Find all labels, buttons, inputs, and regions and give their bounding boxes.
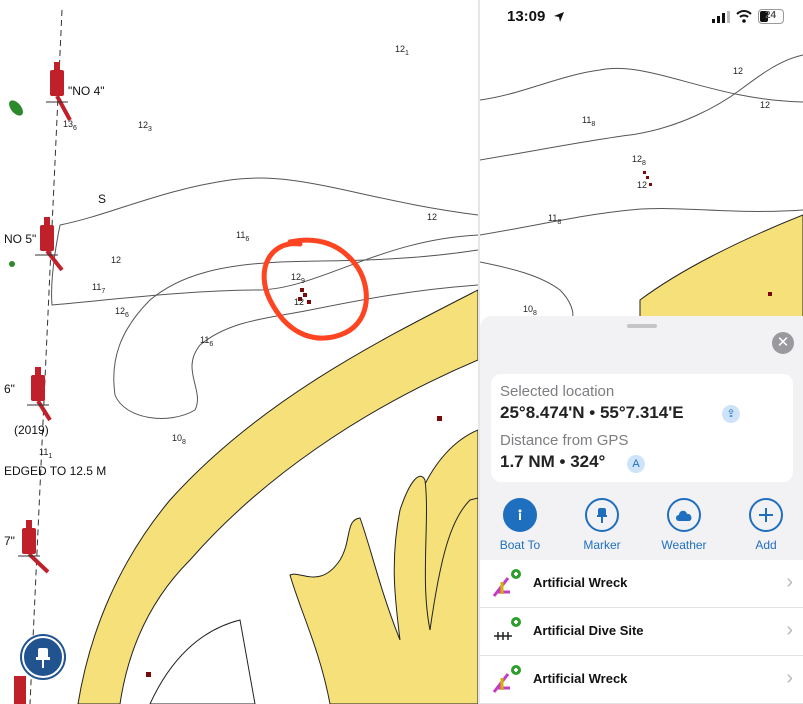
left-sounding: 117 xyxy=(92,282,105,295)
left-sounding: 111 xyxy=(39,447,52,460)
map-sounding: 128 xyxy=(632,154,646,167)
pin-button[interactable] xyxy=(22,636,64,678)
boat-to-button[interactable]: Boat To xyxy=(485,498,555,552)
label-year: (2019) xyxy=(14,423,49,437)
label-buoy-no4: "NO 4" xyxy=(68,84,105,98)
left-sounding: 12 xyxy=(427,212,437,222)
dive-site-icon xyxy=(494,617,521,640)
distance-label: Distance from GPS xyxy=(500,432,629,449)
marker-button[interactable]: Marker xyxy=(567,498,637,552)
signal-icon xyxy=(712,11,730,23)
compass-button[interactable]: A xyxy=(627,455,645,473)
map-sounding: 118 xyxy=(548,213,561,226)
label-buoy-no5: NO 5" xyxy=(4,232,36,246)
plus-icon xyxy=(749,498,783,532)
sheet-grabber[interactable] xyxy=(627,324,657,328)
list-item[interactable]: Artificial Wreck › xyxy=(480,656,803,704)
wreck-icon xyxy=(492,665,521,693)
map-sounding: 12 xyxy=(733,66,743,76)
map-sounding: 118 xyxy=(582,115,595,128)
wreck-icon xyxy=(492,569,521,597)
close-icon: ✕ xyxy=(776,334,790,351)
nautical-chart-left[interactable]: "NO 4" NO 5" 6" (2019) EDGED TO 12.5 M 7… xyxy=(0,0,478,704)
map-view[interactable]: 118121281211812108 xyxy=(480,0,803,330)
status-time: 13:09 xyxy=(507,8,546,25)
left-sounding: 12 xyxy=(294,297,304,307)
left-sounding: 12 xyxy=(111,255,121,265)
add-button[interactable]: Add xyxy=(731,498,801,552)
chevron-right-icon: › xyxy=(786,619,793,641)
battery-icon: 24 xyxy=(758,9,784,24)
share-icon: ⇪ xyxy=(726,408,736,420)
status-bar: 13:09 24 xyxy=(480,0,803,32)
map-land xyxy=(639,214,803,330)
buoy-partial-bottom[interactable] xyxy=(14,676,26,704)
location-card: Selected location 25°8.474'N • 55°7.314'… xyxy=(491,374,793,482)
water-inlet xyxy=(149,619,256,704)
label-buoy-7: 7" xyxy=(4,534,15,548)
left-sounding: 108 xyxy=(172,433,186,446)
label-dredged: EDGED TO 12.5 M xyxy=(4,464,106,478)
label-buoy-6: 6" xyxy=(4,382,15,396)
left-sounding: 123 xyxy=(138,120,152,133)
chevron-right-icon: › xyxy=(786,667,793,689)
share-button[interactable]: ⇪ xyxy=(722,405,740,423)
weather-button[interactable]: Weather xyxy=(649,498,719,552)
green-buoy-2[interactable] xyxy=(9,261,15,267)
battery-level: 24 xyxy=(765,10,777,21)
cloud-icon xyxy=(667,498,701,532)
weather-label: Weather xyxy=(661,538,707,552)
left-sounding: 126 xyxy=(115,306,129,319)
buoy-no4[interactable] xyxy=(46,62,72,121)
depth-contour-1 xyxy=(59,177,478,226)
left-sounding: 116 xyxy=(236,230,249,243)
add-label: Add xyxy=(755,538,777,552)
list-item-label: Artificial Wreck xyxy=(533,671,628,686)
list-item-label: Artificial Wreck xyxy=(533,575,628,590)
chevron-right-icon: › xyxy=(786,571,793,593)
phone-screen: 118 12 128 12 118 12 108 13:09 24 ✕ Selected l… xyxy=(480,0,803,704)
compass-icon: A xyxy=(632,458,640,470)
action-bar: Boat To Marker Weather Add xyxy=(480,498,803,552)
pin-icon xyxy=(585,498,619,532)
distance-value: 1.7 NM • 324° xyxy=(500,452,606,471)
poi-list: Artificial Wreck › Artificial Dive Site … xyxy=(480,560,803,704)
buoy-7[interactable] xyxy=(18,520,50,574)
location-sheet: ✕ Selected location 25°8.474'N • 55°7.31… xyxy=(480,316,803,704)
buoy-no5[interactable] xyxy=(35,217,64,272)
channel-limit-line xyxy=(29,9,63,704)
pin-icon xyxy=(36,648,50,668)
map-sounding: 12 xyxy=(760,100,770,110)
chart-canvas[interactable]: "NO 4" NO 5" 6" (2019) EDGED TO 12.5 M 7… xyxy=(0,0,478,704)
location-arrow-icon xyxy=(554,12,564,22)
green-buoy[interactable] xyxy=(6,98,25,118)
marker-label: Marker xyxy=(583,538,621,552)
highlight-circle xyxy=(261,237,369,341)
buoy-6[interactable] xyxy=(27,367,52,422)
map-contour-1 xyxy=(480,67,803,103)
list-item-label: Artificial Dive Site xyxy=(533,623,644,638)
selected-location-label: Selected location xyxy=(500,383,615,400)
left-sounding: 136 xyxy=(63,119,77,132)
label-seabed: S xyxy=(98,192,106,206)
close-button[interactable]: ✕ xyxy=(772,332,794,354)
boat-to-icon xyxy=(503,498,537,532)
list-item[interactable]: Artificial Dive Site › xyxy=(480,608,803,656)
map-sounding: 12 xyxy=(637,180,647,190)
boat-to-label: Boat To xyxy=(499,538,541,552)
left-sounding: 121 xyxy=(395,44,409,57)
selected-location-value: 25°8.474'N • 55°7.314'E xyxy=(500,403,684,422)
map-contour-3 xyxy=(480,208,803,236)
wifi-icon xyxy=(736,10,752,23)
list-item[interactable]: Artificial Wreck › xyxy=(480,560,803,608)
